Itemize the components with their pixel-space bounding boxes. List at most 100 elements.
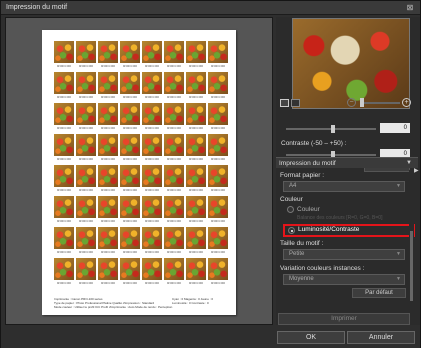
compare-view-icon[interactable] [291,99,300,107]
motif-thumbnail [208,227,228,249]
motif-thumbnail [142,103,162,125]
motif-caption: R:00 C:00 [79,126,93,130]
dropdown-arrow-icon: ▼ [396,251,401,257]
print-button[interactable]: Imprimer [278,313,410,325]
motif-caption: R:00 C:00 [79,157,93,161]
motif-thumbnail [54,227,74,249]
motif-caption: R:00 C:00 [145,188,159,192]
motif-cell: R:00 C:00 [208,134,228,163]
motif-cell: R:00 C:00 [120,72,140,101]
motif-cell: R:00 C:00 [186,258,206,287]
brightness-value-field[interactable]: 0 [380,123,410,133]
motif-cell: R:00 C:00 [54,165,74,194]
motif-thumbnail [120,196,140,218]
motif-thumbnail [76,227,96,249]
motif-cell: R:00 C:00 [54,258,74,287]
motif-thumbnail [98,103,118,125]
motif-thumbnail [164,41,184,63]
motif-thumbnail [76,103,96,125]
motif-thumbnail [164,134,184,156]
luminosity-contrast-radio[interactable] [288,227,295,234]
motif-thumbnail [208,165,228,187]
motif-caption: R:00 C:00 [57,281,71,285]
page-footer-left: Imprimante : Canon PRO-100 series Type d… [54,297,173,309]
color-radio-label: Couleur [297,206,320,213]
zoom-out-icon[interactable]: − [347,98,356,107]
color-label: Couleur [280,196,303,203]
motif-cell: R:00 C:00 [186,134,206,163]
section-header-pattern-print[interactable]: Impression du motif ▼ [276,157,418,168]
zoom-slider-handle[interactable] [360,98,364,107]
motif-thumbnail [186,41,206,63]
motif-thumbnail [76,165,96,187]
motif-thumbnail [54,258,74,280]
zoom-in-icon[interactable]: + [402,98,411,107]
motif-caption: R:00 C:00 [79,250,93,254]
motif-caption: R:00 C:00 [167,250,181,254]
motif-cell: R:00 C:00 [186,72,206,101]
motif-cell: R:00 C:00 [98,41,118,70]
motif-cell: R:00 C:00 [98,103,118,132]
motif-thumbnail [98,227,118,249]
chevron-right-icon[interactable]: ▶ [414,167,419,174]
motif-cell: R:00 C:00 [54,72,74,101]
motif-cell: R:00 C:00 [76,165,96,194]
motif-grid: R:00 C:00 R:00 C:00 R:00 C:00 R:00 C:00 R:00… [54,41,228,291]
scrollbar-thumb[interactable] [410,231,413,301]
motif-thumbnail [76,72,96,94]
motif-thumbnail [164,196,184,218]
motif-caption: R:00 C:00 [211,188,225,192]
motif-thumbnail [164,227,184,249]
motif-cell: R:00 C:00 [98,227,118,256]
motif-thumbnail [76,41,96,63]
motif-thumbnail [76,134,96,156]
zoom-slider-track[interactable] [360,102,400,104]
motif-caption: R:00 C:00 [57,188,71,192]
motif-cell: R:00 C:00 [164,196,184,225]
title-bar: Impression du motif ⊠ [1,1,420,15]
motif-cell: R:00 C:00 [76,72,96,101]
ok-button[interactable]: OK [277,331,345,344]
motif-caption: R:00 C:00 [101,281,115,285]
motif-cell: R:00 C:00 [120,103,140,132]
close-icon[interactable]: ⊠ [405,3,415,12]
color-radio[interactable] [287,206,294,213]
motif-caption: R:00 C:00 [145,157,159,161]
paper-sheet: R:00 C:00 R:00 C:00 R:00 C:00 R:00 C:00 R:00… [42,30,236,315]
single-view-icon[interactable] [280,99,289,107]
paper-format-select[interactable]: A4 ▼ [283,181,405,192]
motif-thumbnail [186,103,206,125]
variation-value: Moyenne [289,276,314,282]
motif-caption: R:00 C:00 [123,157,137,161]
motif-cell: R:00 C:00 [208,41,228,70]
motif-cell: R:00 C:00 [76,196,96,225]
variation-select[interactable]: Moyenne ▼ [283,274,405,285]
motif-cell: R:00 C:00 [142,103,162,132]
motif-caption: R:00 C:00 [101,219,115,223]
motif-caption: R:00 C:00 [211,95,225,99]
motif-cell: R:00 C:00 [76,103,96,132]
motif-caption: R:00 C:00 [101,250,115,254]
motif-caption: R:00 C:00 [123,281,137,285]
motif-size-select[interactable]: Petite ▼ [283,249,405,260]
motif-caption: R:00 C:00 [189,188,203,192]
motif-caption: R:00 C:00 [189,157,203,161]
brightness-slider-handle[interactable] [331,125,335,133]
motif-thumbnail [164,72,184,94]
motif-caption: R:00 C:00 [123,64,137,68]
motif-thumbnail [120,227,140,249]
motif-thumbnail [120,72,140,94]
contrast-label: Contraste (-50 – +50) : [281,140,347,147]
variation-reset-button[interactable]: Par défaut [352,288,406,298]
motif-cell: R:00 C:00 [164,227,184,256]
motif-cell: R:00 C:00 [164,41,184,70]
motif-caption: R:00 C:00 [123,126,137,130]
motif-caption: R:00 C:00 [57,95,71,99]
cancel-button[interactable]: Annuler [347,331,415,344]
motif-caption: R:00 C:00 [123,219,137,223]
motif-thumbnail [54,72,74,94]
chevron-down-icon[interactable]: ▼ [406,158,412,169]
motif-thumbnail [142,258,162,280]
motif-cell: R:00 C:00 [164,258,184,287]
dialog-window: Impression du motif ⊠ R:00 C:00 R:00 C:00… [0,0,421,348]
